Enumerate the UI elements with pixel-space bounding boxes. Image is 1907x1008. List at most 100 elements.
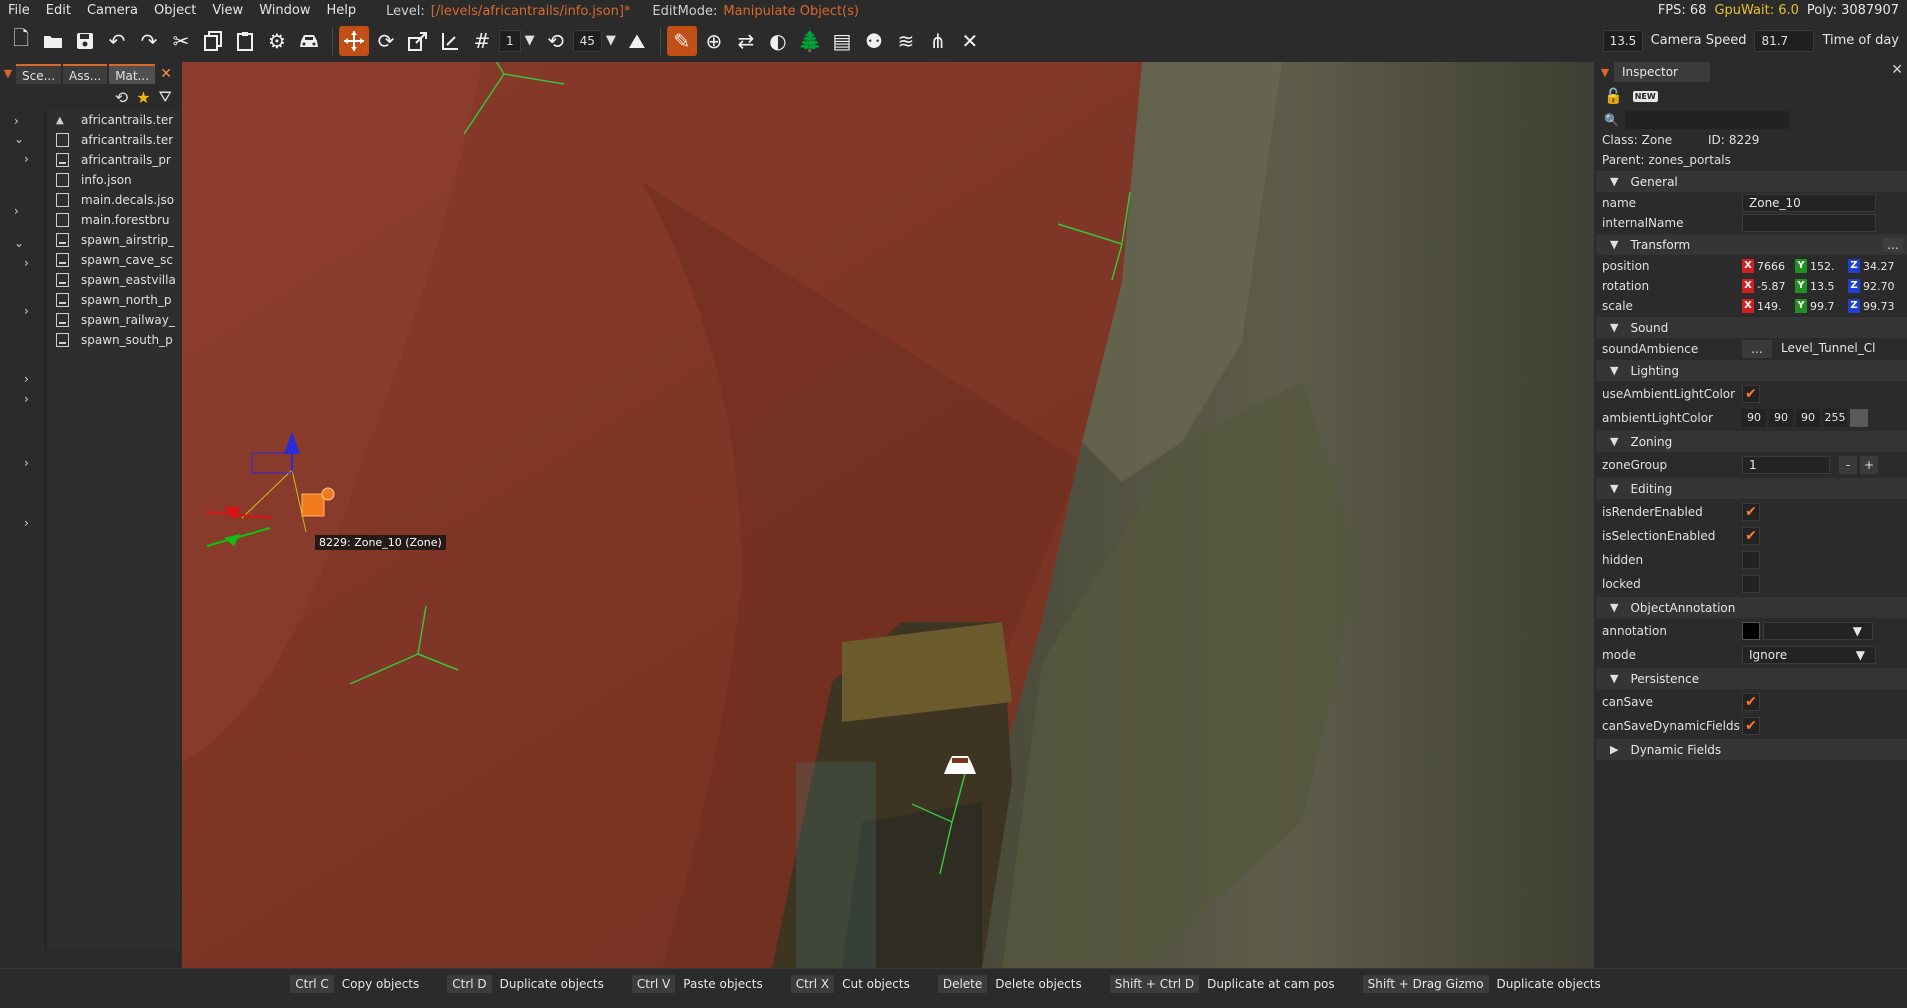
camera-speed-input[interactable]: 13.5 — [1602, 29, 1643, 52]
grid-snap-icon[interactable]: # — [467, 26, 497, 56]
section-objectannotation[interactable]: ▼ ObjectAnnotation — [1596, 597, 1907, 618]
list-item[interactable]: spawn_cave_sc — [48, 250, 180, 270]
menu-camera[interactable]: Camera — [79, 0, 146, 22]
section-dynamicfields[interactable]: ▶ Dynamic Fields — [1596, 739, 1907, 760]
favorite-star-icon[interactable]: ★ — [136, 88, 150, 107]
menu-window[interactable]: Window — [251, 0, 318, 22]
undo-icon[interactable]: ↶ — [102, 26, 132, 56]
section-transform[interactable]: ▼ Transform... — [1596, 234, 1907, 255]
cansavedyn-checkbox[interactable]: ✔ — [1742, 717, 1760, 735]
chevron-right-icon[interactable]: › — [14, 114, 19, 128]
refresh-icon[interactable]: ⟲ — [115, 88, 128, 107]
chevron-right-icon[interactable]: › — [24, 256, 29, 270]
object-select-pencil-icon[interactable]: ✎ — [666, 25, 697, 56]
soundambience-value[interactable]: Level_Tunnel_Clos — [1775, 340, 1875, 358]
filter-icon[interactable]: ⛛ — [159, 87, 172, 107]
zonegroup-field[interactable]: 1 — [1742, 456, 1830, 474]
menu-file[interactable]: File — [0, 0, 38, 22]
section-sound[interactable]: ▼ Sound — [1596, 317, 1907, 338]
section-editing[interactable]: ▼ Editing — [1596, 478, 1907, 499]
section-zoning[interactable]: ▼ Zoning — [1596, 431, 1907, 452]
cansave-checkbox[interactable]: ✔ — [1742, 693, 1760, 711]
list-item[interactable]: spawn_eastvilla — [48, 270, 180, 290]
internalname-field[interactable] — [1742, 214, 1876, 232]
river-editor-icon[interactable]: ≋ — [891, 26, 921, 56]
ambient-color-swatch[interactable] — [1850, 409, 1868, 427]
lock-icon[interactable]: 🔓 — [1604, 87, 1623, 105]
section-general[interactable]: ▼ General — [1596, 171, 1907, 192]
inspector-title[interactable]: Inspector — [1614, 62, 1710, 82]
forest-editor-icon[interactable]: 🌲 — [795, 26, 825, 56]
rotation-y-field[interactable]: 13.5 — [1810, 280, 1845, 293]
chevron-down-icon[interactable]: ⌄ — [14, 132, 24, 146]
list-item[interactable]: info.json — [48, 170, 180, 190]
terrain-snap-icon[interactable]: ⛰ — [622, 26, 652, 56]
menu-view[interactable]: View — [204, 0, 251, 22]
ambient-g-field[interactable]: 90 — [1769, 409, 1793, 427]
collapse-panel-icon[interactable]: ▼ — [1596, 66, 1614, 79]
rotate-gizmo-icon[interactable]: ⟳ — [371, 26, 401, 56]
list-item[interactable]: africantrails_pr — [48, 150, 180, 170]
rotation-snap-dropdown-icon[interactable]: ▼ — [606, 33, 616, 48]
list-item[interactable]: main.forestbru — [48, 210, 180, 230]
chevron-down-icon[interactable]: ⌄ — [14, 236, 24, 250]
menu-edit[interactable]: Edit — [38, 0, 79, 22]
chevron-right-icon[interactable]: › — [24, 516, 29, 530]
more-options-button[interactable]: ... — [1883, 237, 1903, 252]
ambient-r-field[interactable]: 90 — [1742, 409, 1766, 427]
list-item[interactable]: spawn_airstrip_ — [48, 230, 180, 250]
scene-viewport[interactable]: 8229: Zone_10 (Zone) — [182, 62, 1594, 968]
translate-gizmo-icon[interactable] — [339, 25, 369, 56]
increment-button[interactable]: + — [1860, 456, 1878, 474]
new-inspector-icon[interactable]: NEW — [1632, 90, 1658, 102]
copy-icon[interactable] — [198, 26, 228, 56]
hidden-checkbox[interactable] — [1742, 551, 1760, 569]
close-icon[interactable]: ✕ — [1891, 62, 1903, 78]
rotation-z-field[interactable]: 92.70 — [1863, 280, 1898, 293]
tab-materials[interactable]: Mat... — [109, 64, 156, 84]
rotation-snap-icon[interactable]: ⟲ — [541, 26, 571, 56]
navigation-icon[interactable]: ✕ — [955, 26, 985, 56]
mesh-road-icon[interactable]: ⋔ — [923, 26, 953, 56]
search-input[interactable] — [1624, 111, 1789, 129]
road-editor-icon[interactable]: ⇄ — [731, 26, 761, 56]
cut-icon[interactable]: ✂ — [166, 26, 196, 56]
annotation-dropdown[interactable]: ▼ — [1763, 622, 1873, 640]
close-tab-icon[interactable]: ✕ — [157, 64, 175, 84]
new-file-icon[interactable]: 🗋 — [6, 26, 36, 56]
collapse-panel-icon[interactable]: ▼ — [0, 64, 16, 84]
decal-editor-icon[interactable]: ▤ — [827, 26, 857, 56]
annotation-color-swatch[interactable] — [1742, 622, 1760, 640]
isrender-checkbox[interactable]: ✔ — [1742, 503, 1760, 521]
menu-object[interactable]: Object — [146, 0, 204, 22]
time-of-day-input[interactable]: 81.7 — [1754, 29, 1815, 52]
rotation-x-field[interactable]: -5.87 — [1757, 280, 1792, 293]
decrement-button[interactable]: - — [1839, 456, 1857, 474]
mode-dropdown[interactable]: Ignore ▼ — [1742, 646, 1876, 664]
ambient-b-field[interactable]: 90 — [1796, 409, 1820, 427]
tab-scene[interactable]: Sce... — [16, 64, 62, 84]
rotation-snap-value[interactable]: 45 — [572, 29, 602, 52]
position-x-field[interactable]: 7666 — [1757, 260, 1792, 273]
scale-x-field[interactable]: 149. — [1757, 300, 1792, 313]
chevron-right-icon[interactable]: › — [24, 372, 29, 386]
tab-assets[interactable]: Ass... — [63, 64, 108, 84]
settings-gear-icon[interactable]: ⚙ — [262, 26, 292, 56]
paste-icon[interactable] — [230, 26, 260, 56]
position-z-field[interactable]: 34.27 — [1863, 260, 1898, 273]
section-lighting[interactable]: ▼ Lighting — [1596, 360, 1907, 381]
list-item[interactable]: africantrails.ter — [48, 130, 180, 150]
list-item[interactable]: ▲ africantrails.ter — [48, 110, 180, 130]
section-persistence[interactable]: ▼ Persistence — [1596, 668, 1907, 689]
chevron-right-icon[interactable]: › — [24, 456, 29, 470]
menu-help[interactable]: Help — [318, 0, 364, 22]
scale-z-field[interactable]: 99.73 — [1863, 300, 1898, 313]
ambient-a-field[interactable]: 255 — [1823, 409, 1847, 427]
terrain-paint-icon[interactable]: ◐ — [763, 26, 793, 56]
chevron-right-icon[interactable]: › — [24, 392, 29, 406]
name-field[interactable]: Zone_10 — [1742, 194, 1876, 212]
grid-snap-dropdown-icon[interactable]: ▼ — [525, 33, 535, 48]
list-item[interactable]: spawn_south_p — [48, 330, 180, 350]
isselection-checkbox[interactable]: ✔ — [1742, 527, 1760, 545]
list-item[interactable]: spawn_north_p — [48, 290, 180, 310]
